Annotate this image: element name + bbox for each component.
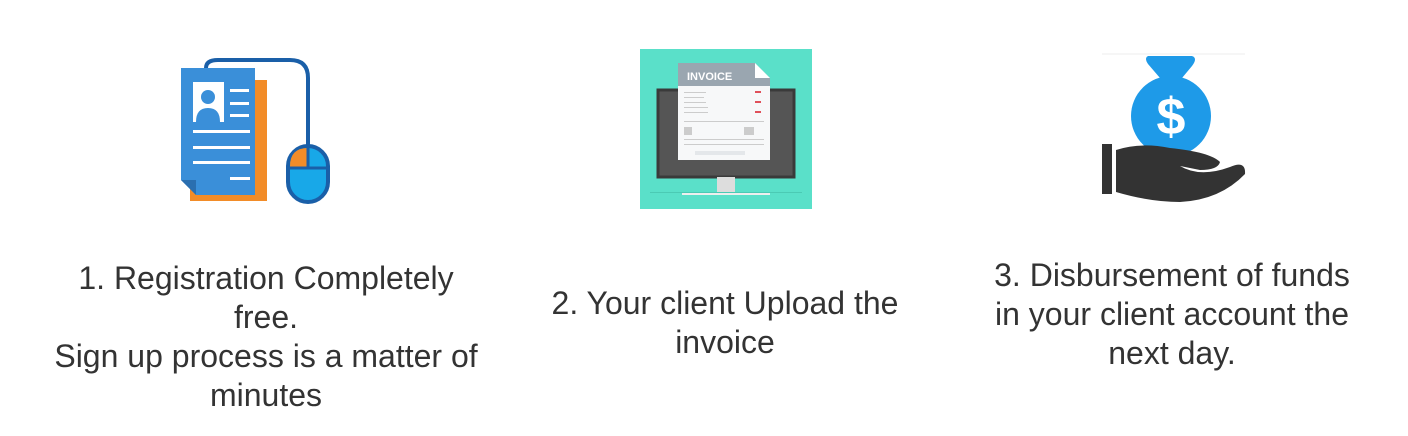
step-3-text: 3. Disbursement of funds in your client … bbox=[922, 256, 1408, 373]
step-1-line: minutes bbox=[209, 377, 323, 413]
step-3-line: 3. Disbursement of funds bbox=[994, 257, 1350, 293]
svg-text:$: $ bbox=[1157, 88, 1186, 146]
step-1-line: Sign up process is a matter of bbox=[54, 338, 478, 374]
money-bag-hand-icon: $ bbox=[1102, 53, 1246, 202]
step-2-line: 2. Your client Upload the bbox=[551, 285, 899, 321]
step-2-text: 2. Your client Upload the invoice bbox=[475, 284, 975, 362]
step-1-line: free. bbox=[233, 299, 299, 335]
step-3-line: next day. bbox=[1108, 335, 1236, 371]
step-1-line: 1. Registration Completely bbox=[78, 260, 454, 296]
invoice-monitor-icon: INVOICE bbox=[640, 49, 812, 209]
resume-mouse-icon bbox=[181, 58, 330, 204]
step-1-text: 1. Registration Completely free. Sign up… bbox=[16, 259, 516, 415]
step-2-line: invoice bbox=[675, 324, 775, 360]
invoice-label: INVOICE bbox=[687, 71, 732, 83]
step-3-line: in your client account the bbox=[995, 296, 1349, 332]
